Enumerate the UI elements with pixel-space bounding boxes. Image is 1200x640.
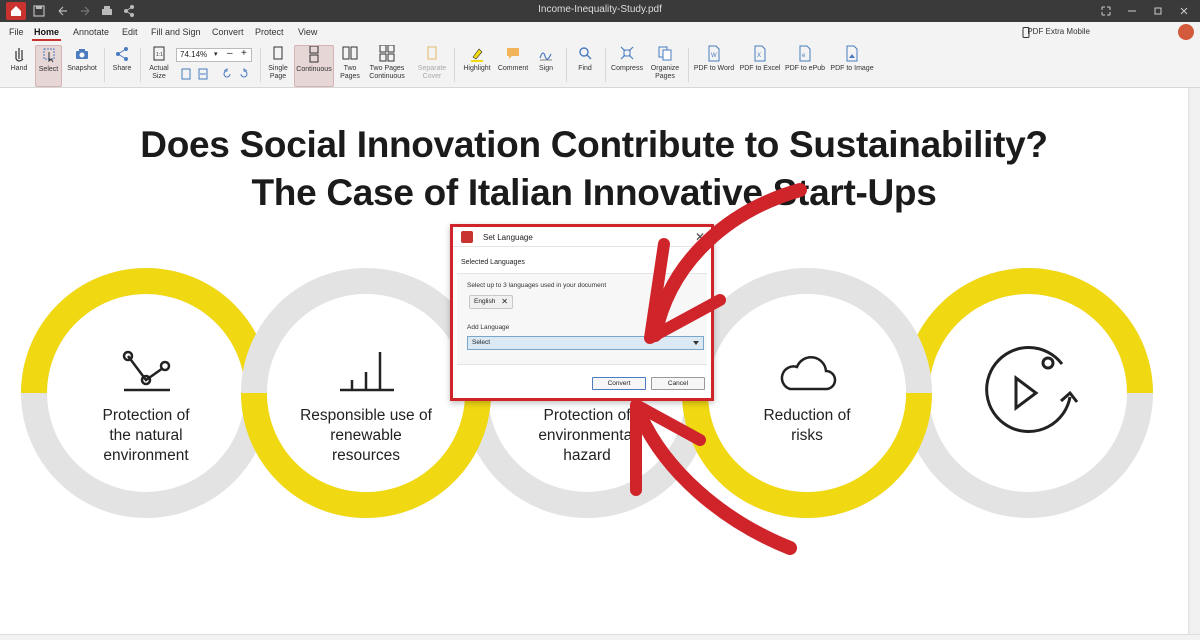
svg-text:e: e: [802, 53, 806, 59]
zoom-input[interactable]: 74.14% ▾ – +: [176, 48, 252, 62]
close-icon[interactable]: [1176, 3, 1192, 19]
network-line-icon: [122, 350, 171, 392]
menu-protect[interactable]: Protect: [255, 27, 284, 37]
set-language-dialog: Set Language ✕ Selected Languages Select…: [450, 224, 714, 401]
two-pages-button[interactable]: Two Pages: [337, 45, 363, 87]
convert-button[interactable]: Convert: [592, 377, 646, 390]
two-pages-continuous-icon: [379, 45, 395, 62]
window-title: Income-Inequality-Study.pdf: [538, 4, 662, 15]
excel-file-icon: X: [754, 45, 766, 62]
separate-cover-icon: [427, 46, 437, 60]
rotate-right-icon[interactable]: [238, 68, 250, 80]
play-cycle-icon: [985, 346, 1079, 434]
organize-pages-button[interactable]: Organize Pages: [648, 45, 682, 87]
search-icon: [579, 47, 592, 60]
vertical-scrollbar[interactable]: [1188, 88, 1200, 636]
highlight-button[interactable]: Highlight: [459, 45, 495, 87]
select-tool[interactable]: Select: [35, 45, 62, 87]
separate-cover-button[interactable]: Separate Cover: [415, 45, 449, 87]
snapshot-tool[interactable]: Snapshot: [66, 45, 98, 87]
find-button[interactable]: Find: [572, 45, 598, 87]
menu-home[interactable]: Home: [31, 27, 62, 41]
language-hint: Select up to 3 languages used in your do…: [467, 282, 607, 289]
image-file-icon: [846, 45, 858, 62]
actual-size-button[interactable]: 1:1 Actual Size: [147, 45, 171, 87]
sign-button[interactable]: Sign: [533, 45, 559, 87]
item-label-1: Protection of the natural environment: [102, 407, 190, 464]
share-button[interactable]: Share: [111, 45, 133, 87]
title-bar: Income-Inequality-Study.pdf: [0, 0, 1200, 22]
epub-file-icon: e: [799, 45, 811, 62]
share-icon: [116, 47, 128, 61]
fit-page-icon[interactable]: [180, 68, 192, 80]
hand-tool[interactable]: Hand: [6, 45, 32, 87]
item-label-3: Protection of environmental hazard: [538, 407, 636, 464]
continuous-icon: [309, 46, 319, 63]
fit-width-icon[interactable]: [197, 68, 209, 80]
continuous-button[interactable]: Continuous: [294, 45, 334, 87]
organize-pages-icon: [658, 46, 672, 61]
dialog-title: Set Language: [483, 233, 533, 242]
pdf-extra-mobile-link[interactable]: PDF Extra Mobile: [1027, 27, 1090, 36]
menu-file[interactable]: File: [9, 27, 24, 37]
comment-icon: [507, 48, 519, 59]
compress-icon: [620, 46, 634, 60]
zoom-dropdown-icon[interactable]: ▾: [214, 49, 218, 61]
maximize-icon[interactable]: [1150, 3, 1166, 19]
ring-5-yellow: [903, 268, 1153, 394]
compress-button[interactable]: Compress: [609, 45, 645, 87]
svg-text:1:1: 1:1: [156, 52, 163, 58]
item-label-2: Responsible use of renewable resources: [300, 407, 432, 464]
menu-view[interactable]: View: [298, 27, 317, 37]
pdf-to-image-button[interactable]: PDF to Image: [829, 45, 875, 87]
zoom-out-icon[interactable]: –: [227, 48, 233, 60]
menu-fill-and-sign[interactable]: Fill and Sign: [151, 27, 201, 37]
svg-text:X: X: [757, 53, 761, 59]
dialog-header: Set Language ✕: [453, 227, 711, 247]
signature-icon: [539, 52, 552, 61]
select-cursor-icon: [43, 48, 54, 63]
selected-languages-heading: Selected Languages: [461, 259, 525, 266]
single-page-button[interactable]: Single Page: [265, 45, 291, 87]
pdf-to-epub-button[interactable]: e PDF to ePub: [784, 45, 826, 87]
word-file-icon: W: [708, 45, 720, 62]
avatar[interactable]: [1178, 24, 1194, 40]
menu-bar: File Home Annotate Edit Fill and Sign Co…: [0, 22, 1200, 42]
two-pages-continuous-button[interactable]: Two Pages Continuous: [366, 45, 408, 87]
two-pages-icon: [342, 46, 358, 60]
menu-annotate[interactable]: Annotate: [73, 27, 109, 37]
pdf-to-excel-button[interactable]: X PDF to Excel: [738, 45, 782, 87]
highlighter-icon: [471, 48, 483, 62]
svg-text:W: W: [711, 53, 717, 59]
zoom-in-icon[interactable]: +: [241, 48, 247, 60]
single-page-icon: [273, 46, 283, 60]
language-chip-english[interactable]: English ✕: [469, 295, 513, 309]
rotate-left-icon[interactable]: [221, 68, 233, 80]
fullscreen-icon[interactable]: [1098, 3, 1114, 19]
minimize-icon[interactable]: [1124, 3, 1140, 19]
menu-convert[interactable]: Convert: [212, 27, 244, 37]
camera-icon: [76, 49, 88, 59]
add-language-select[interactable]: Select: [467, 336, 704, 350]
app-logo-icon: [461, 231, 473, 243]
cancel-button[interactable]: Cancel: [651, 377, 705, 390]
menu-edit[interactable]: Edit: [122, 27, 138, 37]
hand-icon: [15, 48, 24, 62]
remove-language-icon[interactable]: ✕: [501, 296, 508, 308]
add-language-label: Add Language: [467, 324, 510, 331]
item-label-4: Reduction of risks: [763, 407, 851, 444]
actual-size-icon: 1:1: [153, 46, 165, 61]
dialog-close-icon[interactable]: ✕: [695, 230, 705, 244]
comment-button[interactable]: Comment: [496, 45, 530, 87]
chevron-down-icon: [693, 341, 699, 345]
pdf-to-word-button[interactable]: W PDF to Word: [693, 45, 735, 87]
